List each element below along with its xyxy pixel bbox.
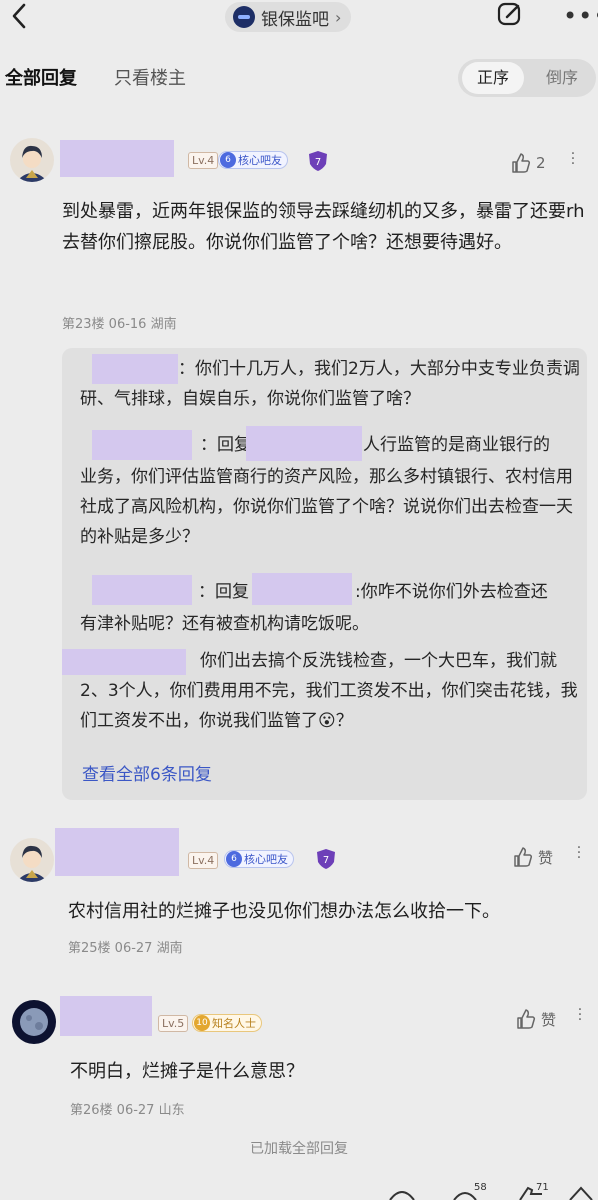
- redacted-username: [246, 426, 362, 461]
- sort-desc-button[interactable]: 倒序: [534, 62, 590, 94]
- badge-label: 核心吧友: [244, 853, 288, 866]
- like-count: 71: [536, 1182, 549, 1193]
- sub-reply[interactable]: 你们出去搞个反洗钱检查，一个大巴车，我们就2、3个人，你们费用用不完，我们工资发…: [80, 646, 580, 736]
- level-badge: Lv.5: [158, 1015, 189, 1032]
- tab-owner-only[interactable]: 只看楼主: [114, 64, 186, 90]
- redacted-username: [252, 573, 352, 605]
- sort-asc-button[interactable]: 正序: [462, 62, 524, 94]
- forum-name: 银保监吧: [261, 9, 329, 30]
- bottom-action-bar: 58 71: [380, 1180, 598, 1200]
- badge-number: 6: [226, 851, 242, 867]
- more-icon[interactable]: [568, 1184, 594, 1200]
- like-count: 2: [536, 154, 546, 172]
- reply-tabs: 全部回复 只看楼主 正序 倒序: [0, 56, 598, 97]
- sort-toggle: 正序 倒序: [458, 59, 596, 97]
- avatar[interactable]: [12, 1000, 56, 1044]
- shield-number: 7: [323, 855, 329, 866]
- more-icon[interactable]: •••: [563, 2, 598, 30]
- badge-label: 知名人士: [212, 1017, 256, 1030]
- badge-number: 10: [194, 1015, 210, 1031]
- level-badge: Lv.4: [188, 852, 219, 869]
- thumb-up-icon: [517, 1009, 536, 1029]
- loaded-all-notice: 已加载全部回复: [250, 1141, 348, 1157]
- member-badge: 6 核心吧友: [218, 151, 288, 169]
- sub-reply-continued[interactable]: 业务，你们评估监管商行的资产风险，那么多村镇银行、农村信用社成了高风险机构，你说…: [80, 462, 580, 552]
- member-badge: 10 知名人士: [192, 1014, 262, 1032]
- sub-reply-prefix: ：回复: [200, 435, 251, 455]
- view-all-replies-link[interactable]: 查看全部6条回复: [82, 760, 212, 785]
- redacted-username: [92, 430, 192, 460]
- share-icon[interactable]: [388, 1184, 416, 1200]
- more-vertical-icon[interactable]: · · ·: [572, 841, 586, 865]
- sub-reply[interactable]: :你咋不说你们外去检查还: [355, 577, 548, 607]
- forum-entry-button[interactable]: 银保监吧 ›: [225, 2, 352, 32]
- shield-number: 7: [315, 157, 321, 168]
- avatar[interactable]: [10, 138, 54, 182]
- top-bar: 银保监吧 › •••: [0, 0, 598, 36]
- back-icon[interactable]: [8, 2, 30, 30]
- more-vertical-icon[interactable]: · · ·: [566, 147, 580, 171]
- redacted-username: [92, 575, 192, 605]
- post-meta: 第23楼 06-16 湖南: [62, 317, 177, 332]
- shield-icon: 7: [317, 849, 335, 869]
- post-content: 农村信用社的烂摊子也没见你们想办法怎么收拾一下。: [68, 901, 500, 922]
- forum-logo-icon: [233, 6, 255, 28]
- thumb-up-icon: [512, 153, 531, 173]
- chevron-right-icon: ›: [335, 7, 342, 27]
- like-label: 赞: [538, 848, 554, 867]
- redacted-username: [55, 828, 179, 876]
- like-button[interactable]: 赞: [512, 846, 553, 868]
- post-meta: 第25楼 06-27 湖南: [68, 941, 183, 956]
- avatar[interactable]: [10, 838, 54, 882]
- shield-icon: 7: [309, 151, 327, 171]
- like-label: 赞: [541, 1010, 557, 1029]
- sub-reply-continued[interactable]: 有津补贴呢？还有被查机构请吃饭呢。: [80, 609, 580, 639]
- thumb-up-icon: [514, 847, 533, 867]
- sub-reply[interactable]: 人行监管的是商业银行的: [363, 430, 550, 460]
- like-button[interactable]: 赞: [515, 1008, 556, 1030]
- level-badge: Lv.4: [188, 152, 219, 169]
- sub-reply-prefix: ：回复: [198, 582, 249, 602]
- badge-number: 6: [220, 152, 236, 168]
- avatar-image: [12, 1000, 56, 1044]
- post-content: 到处暴雷，近两年银保监的领导去踩缝纫机的又多，暴雷了还要rh去替你们擦屁股。你说…: [62, 201, 585, 253]
- post-meta: 第26楼 06-27 山东: [70, 1103, 185, 1118]
- tab-all-replies[interactable]: 全部回复: [5, 64, 77, 90]
- avatar-image: [10, 838, 54, 882]
- comment-count: 58: [474, 1182, 487, 1193]
- edit-icon[interactable]: [496, 0, 524, 28]
- member-badge: 6 核心吧友: [224, 850, 294, 868]
- badge-label: 核心吧友: [238, 154, 282, 167]
- post-content: 不明白，烂摊子是什么意思？: [70, 1061, 304, 1082]
- avatar-image: [10, 138, 54, 182]
- redacted-username: [60, 996, 152, 1036]
- more-vertical-icon[interactable]: · · ·: [573, 1003, 587, 1027]
- redacted-username: [60, 140, 174, 177]
- sub-reply[interactable]: ：你们十几万人，我们2万人，大部分中支专业负责调研、气排球，自娱自乐，你说你们监…: [80, 354, 580, 414]
- like-button[interactable]: 2: [510, 152, 546, 174]
